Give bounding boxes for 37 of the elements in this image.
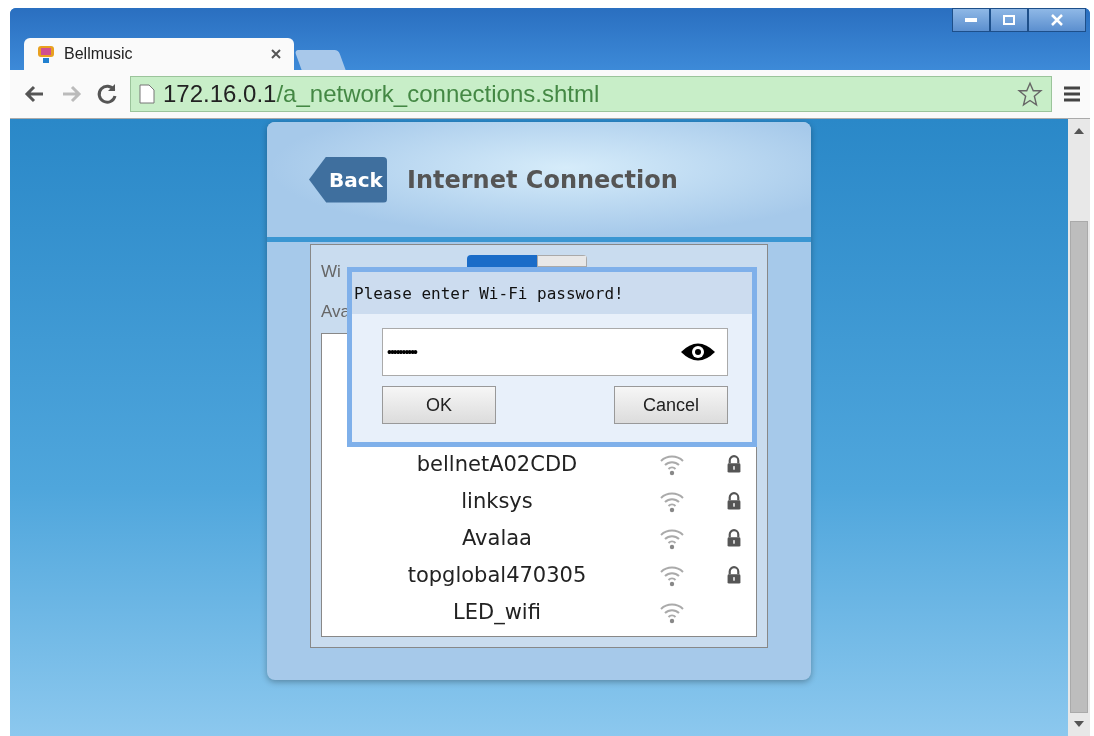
network-row[interactable]: bellnetA02CDD: [322, 445, 756, 482]
browser-tab[interactable]: Bellmusic: [24, 38, 294, 70]
scroll-down-icon[interactable]: [1074, 720, 1084, 728]
network-row[interactable]: linksys: [322, 482, 756, 519]
wireless-label: Wi: [321, 262, 341, 282]
network-row[interactable]: LED_wifi: [322, 593, 756, 630]
network-name: bellnetA02CDD: [416, 451, 578, 476]
scroll-up-icon[interactable]: [1074, 127, 1084, 135]
dialog-button[interactable]: OK: [382, 386, 496, 424]
close-button[interactable]: [1028, 8, 1086, 32]
app-logo-icon: [36, 44, 56, 64]
network-row[interactable]: topglobal470305: [322, 556, 756, 593]
close-icon: [1051, 14, 1063, 26]
close-tab-icon[interactable]: [270, 48, 282, 60]
url-text: 172.16.0.1/a_network_connections.shtml: [163, 80, 601, 108]
back-button[interactable]: Back: [309, 156, 387, 203]
network-name: Avalaa: [462, 525, 532, 550]
page-title: Internet Connection: [407, 165, 678, 194]
maximize-icon: [1003, 15, 1015, 25]
minimize-icon: [965, 18, 977, 22]
menu-icon[interactable]: [1062, 85, 1082, 103]
wireless-toggle[interactable]: [466, 255, 587, 267]
tab-title: Bellmusic: [64, 45, 134, 63]
network-name: topglobal470305: [407, 562, 587, 587]
password-field[interactable]: ••••••••••: [382, 328, 728, 376]
dialog-title: Please enter Wi-Fi password!: [352, 272, 752, 314]
maximize-button[interactable]: [990, 8, 1028, 32]
network-name: linksys: [461, 488, 533, 513]
star-icon[interactable]: [1017, 81, 1043, 107]
page-icon: [139, 84, 155, 104]
scrollbar-thumb[interactable]: [1070, 221, 1088, 713]
network-row[interactable]: Avalaa: [322, 519, 756, 556]
address-bar[interactable]: 172.16.0.1/a_network_connections.shtml: [130, 76, 1052, 112]
minimize-button[interactable]: [952, 8, 990, 32]
network-name: LED_wifi: [453, 599, 541, 624]
eye-icon[interactable]: [680, 341, 716, 363]
dialog-button[interactable]: Cancel: [614, 386, 728, 424]
